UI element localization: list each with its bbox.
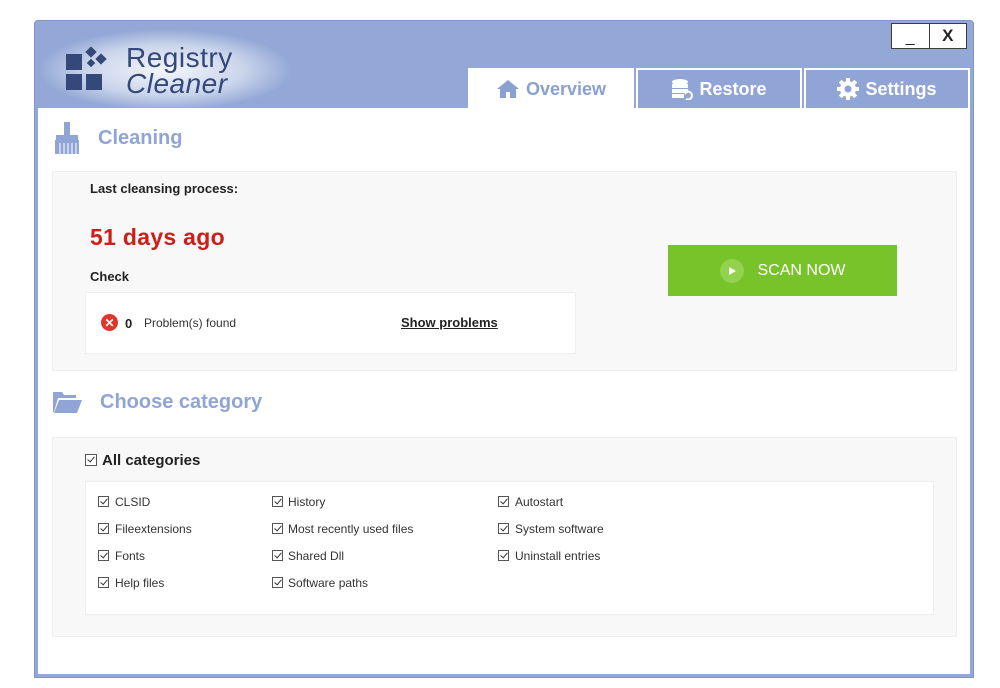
category-checkbox[interactable] — [272, 577, 283, 588]
last-cleansing-value: 51 days ago — [90, 224, 225, 250]
category-checkbox[interactable] — [98, 550, 109, 561]
cleaning-title: Cleaning — [98, 126, 183, 149]
logo-mark-icon — [66, 46, 107, 90]
check-label: Check — [90, 269, 130, 284]
category-checkbox[interactable] — [272, 496, 283, 507]
category-label: Fonts — [115, 549, 146, 563]
category-checkbox[interactable] — [498, 550, 509, 561]
last-cleansing-label: Last cleansing process: — [90, 181, 239, 196]
tab-restore-label: Restore — [699, 78, 767, 99]
category-checkbox[interactable] — [498, 496, 509, 507]
logo-line2: Cleaner — [126, 68, 228, 99]
category-label: Shared Dll — [288, 549, 345, 563]
category-checkbox[interactable] — [98, 496, 109, 507]
minimize-button[interactable]: _ — [892, 24, 930, 48]
category-label: Help files — [115, 576, 165, 590]
database-icon — [672, 79, 694, 100]
category-checkbox[interactable] — [98, 523, 109, 534]
show-problems-link[interactable]: Show problems — [401, 315, 498, 330]
tab-settings[interactable]: Settings — [804, 68, 970, 108]
cleaning-header: Cleaning — [54, 122, 182, 154]
tab-restore[interactable]: Restore — [636, 68, 802, 108]
home-icon — [496, 80, 519, 98]
error-icon: ✕ — [101, 314, 118, 331]
category-label: Most recently used files — [288, 522, 414, 536]
category-label: Autostart — [515, 495, 564, 509]
problems-count: 0 — [125, 316, 133, 331]
category-list-box — [85, 481, 934, 615]
category-checkbox[interactable] — [272, 550, 283, 561]
category-label: Software paths — [288, 576, 369, 590]
all-categories-checkbox[interactable] — [85, 454, 97, 466]
broom-icon — [55, 122, 79, 154]
problems-label: Problem(s) found — [144, 316, 237, 330]
category-header: Choose category — [52, 390, 262, 414]
window-controls: _ X — [891, 23, 967, 49]
app-logo: Registry Cleaner — [66, 44, 246, 100]
scan-now-label: SCAN NOW — [757, 261, 846, 279]
scan-now-button[interactable]: SCAN NOW — [668, 245, 897, 296]
tab-overview-label: Overview — [525, 78, 607, 99]
category-label: Uninstall entries — [515, 549, 601, 563]
folder-icon — [53, 392, 82, 413]
tab-overview[interactable]: Overview — [468, 68, 634, 108]
tab-settings-label: Settings — [865, 78, 937, 99]
category-label: History — [288, 495, 326, 509]
category-checkbox[interactable] — [98, 577, 109, 588]
category-checkbox[interactable] — [498, 523, 509, 534]
all-categories-label: All categories — [102, 452, 201, 469]
category-label: System software — [515, 522, 604, 536]
category-title: Choose category — [100, 390, 263, 413]
gear-icon — [837, 78, 860, 100]
category-label: Fileextensions — [115, 522, 192, 536]
category-label: CLSID — [115, 495, 151, 509]
play-icon — [719, 258, 744, 283]
category-checkbox[interactable] — [272, 523, 283, 534]
close-button[interactable]: X — [930, 24, 967, 48]
